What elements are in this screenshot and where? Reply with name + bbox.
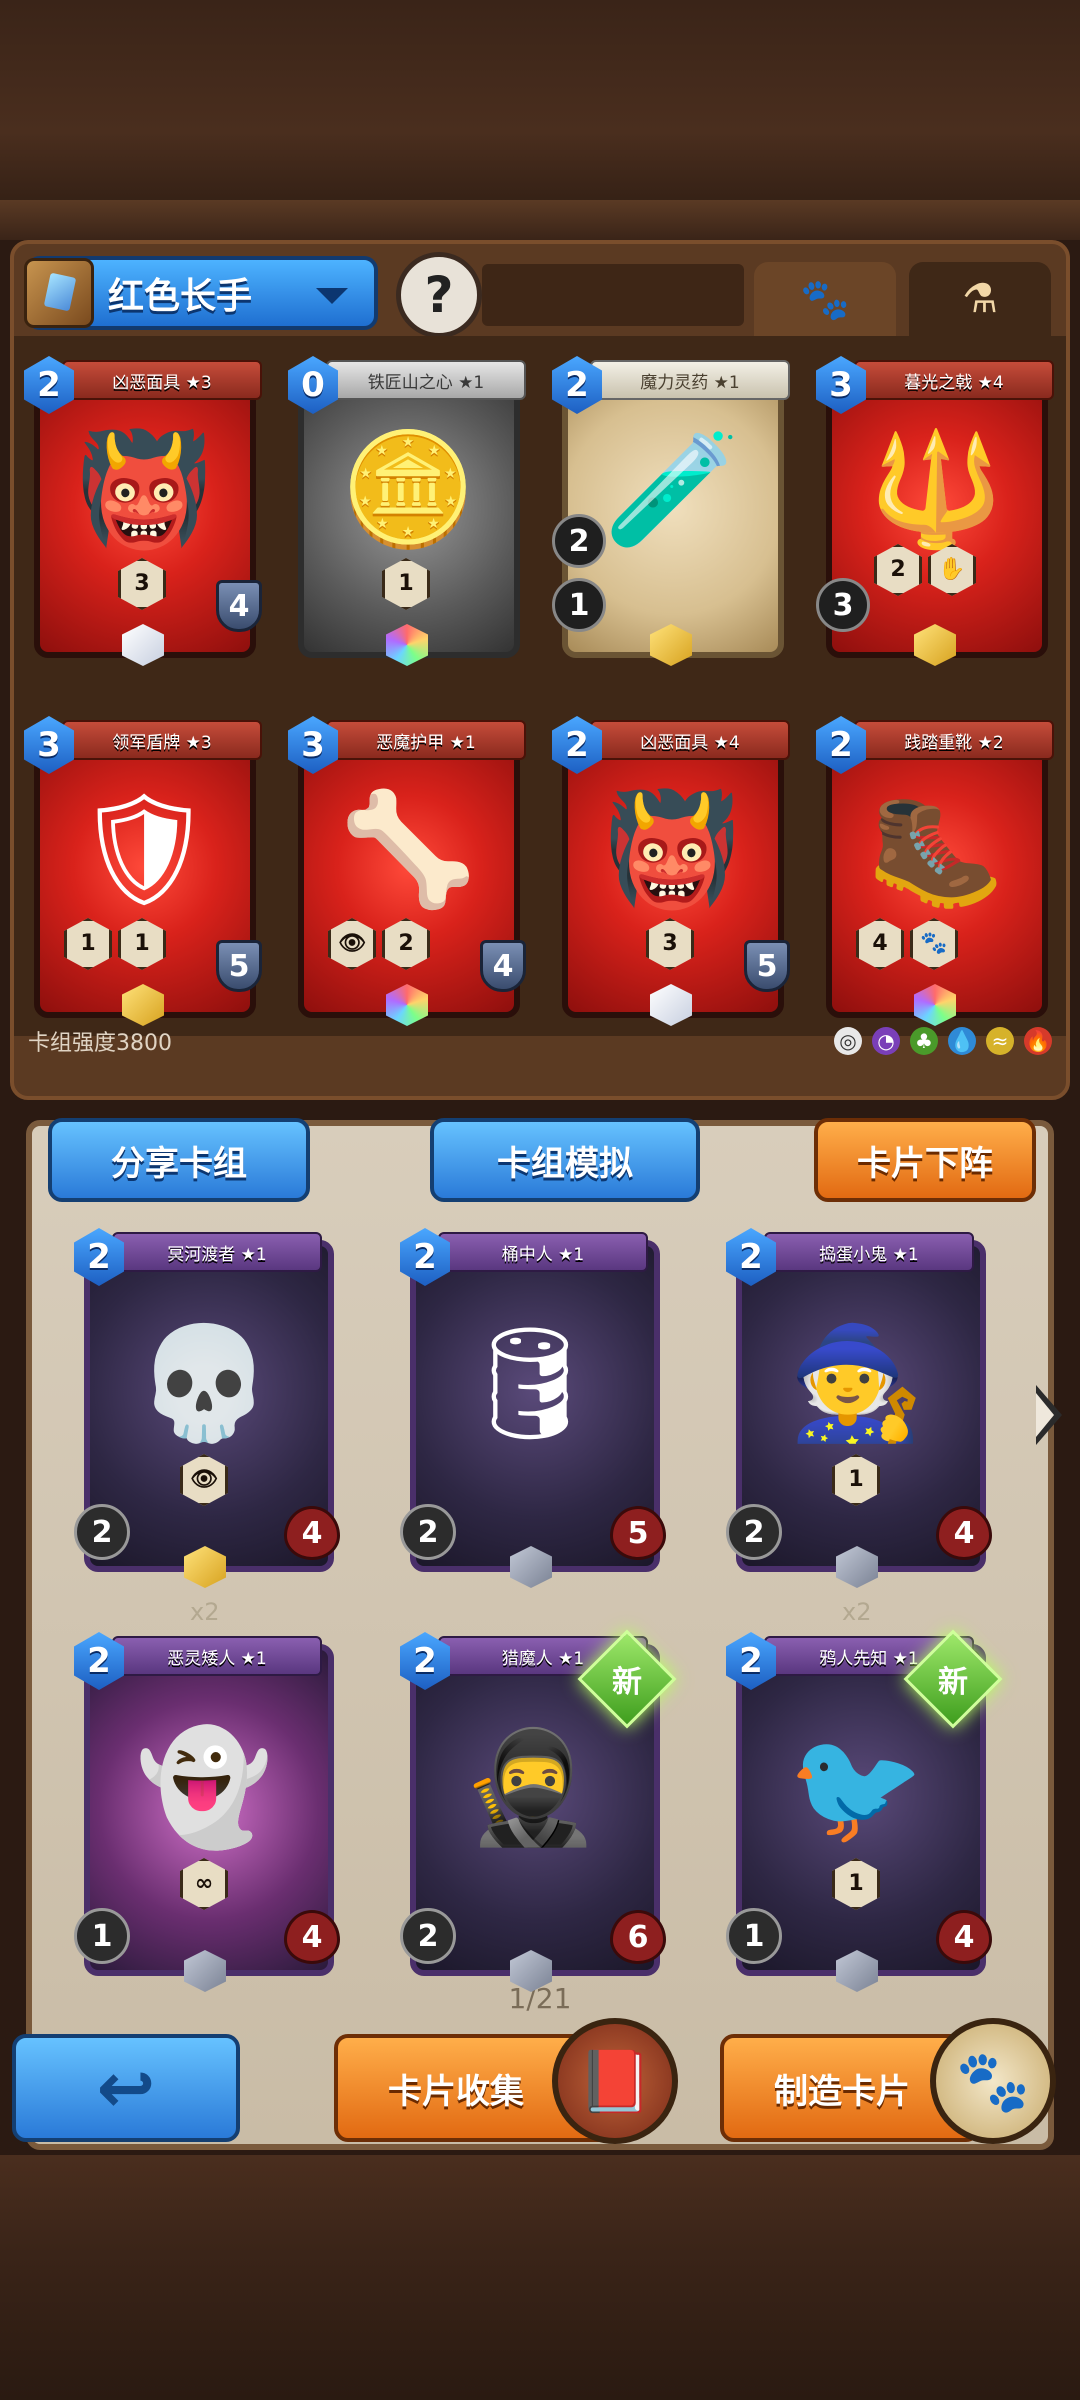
side-stat-badge: 2	[552, 514, 606, 568]
deck-card[interactable]: 暮光之戟 ★4 3 🔱 3 2 ✋	[816, 356, 1056, 666]
bottom-wood-banner	[0, 2155, 1080, 2400]
attack-stat: 1	[726, 1908, 782, 1964]
health-stat: 5	[610, 1506, 666, 1560]
attack-stat: 2	[400, 1504, 456, 1560]
deck-card[interactable]: 凶恶面具 ★3 2 👹 3 4	[24, 356, 264, 666]
collection-card[interactable]: 恶灵矮人 ★1 2 👻 ∞ 1 4	[74, 1632, 340, 1992]
card-count: x2	[190, 1598, 220, 1626]
card-art-icon: 🪙	[339, 425, 477, 553]
tab-items[interactable]: ⚗	[909, 262, 1051, 336]
health-stat: 4	[936, 1506, 992, 1560]
card-name: 恶魔护甲 ★1	[326, 720, 526, 760]
hero-avatar[interactable]: ?	[396, 252, 482, 338]
card-art-icon: 👹	[75, 425, 213, 553]
card-name: 凶恶面具 ★3	[62, 360, 262, 400]
card-name: 暮光之戟 ★4	[854, 360, 1054, 400]
card-name: 践踏重靴 ★2	[854, 720, 1054, 760]
card-collection-label: 卡片收集	[388, 2071, 524, 2112]
card-art-icon: 🧙	[787, 1319, 925, 1447]
collection-card[interactable]: 冥河渡者 ★1 2 💀 👁 2 4	[74, 1228, 340, 1588]
deck-card[interactable]: 领军盾牌 ★3 3 🛡 1 1 5	[24, 716, 264, 1026]
card-art-icon: 🐦	[787, 1723, 925, 1851]
hero-name-bar	[482, 264, 744, 326]
paw-icon: 🐾	[800, 276, 850, 323]
card-name: 桶中人 ★1	[438, 1232, 648, 1272]
card-name: 捣蛋小鬼 ★1	[764, 1232, 974, 1272]
deck-book-icon	[24, 258, 94, 328]
simulate-deck-button[interactable]: 卡组模拟	[430, 1118, 700, 1202]
card-art-icon: 🧪	[603, 425, 741, 553]
card-art-icon: 🛡	[74, 785, 214, 913]
deck-header: 红色长手 ? 🐾 ⚗	[14, 244, 1066, 338]
remove-card-button[interactable]: 卡片下阵	[814, 1118, 1036, 1202]
card-art-icon: 🥷	[461, 1723, 599, 1851]
deck-card[interactable]: 铁匠山之心 ★1 0 🪙 1	[288, 356, 528, 666]
card-book-icon[interactable]: 📕	[552, 2018, 678, 2144]
potion-icon: ⚗	[962, 276, 998, 322]
shield-icon: 4	[480, 940, 526, 992]
deck-card[interactable]: 践踏重靴 ★2 2 🥾 4 🐾	[816, 716, 1056, 1026]
attack-stat: 1	[74, 1908, 130, 1964]
deck-strength: 卡组强度3800	[28, 1031, 172, 1056]
health-stat: 4	[284, 1910, 340, 1964]
shield-icon: 5	[744, 940, 790, 992]
attack-stat: 2	[726, 1504, 782, 1560]
health-stat: 4	[284, 1506, 340, 1560]
card-art-icon: 👹	[603, 785, 741, 913]
back-arrow-icon: ↩	[96, 2047, 156, 2129]
filter-water-icon[interactable]: 💧	[948, 1027, 976, 1055]
attack-stat: 2	[400, 1908, 456, 1964]
deck-card[interactable]: 凶恶面具 ★4 2 👹 3 5	[552, 716, 792, 1026]
deck-name: 红色长手	[108, 276, 253, 317]
craft-card-label: 制造卡片	[774, 2071, 910, 2112]
card-art-icon: 💀	[135, 1319, 273, 1447]
deck-select-dropdown[interactable]: 红色长手	[24, 256, 378, 330]
card-name: 铁匠山之心 ★1	[326, 360, 526, 400]
deck-card[interactable]: 恶魔护甲 ★1 3 🦴 👁 2 4	[288, 716, 528, 1026]
side-stat-badge: 3	[816, 578, 870, 632]
collection-card[interactable]: 捣蛋小鬼 ★1 2 🧙 1 2 4	[726, 1228, 992, 1588]
back-button[interactable]: ↩	[12, 2034, 240, 2142]
paw-jar-icon[interactable]: 🐾	[930, 2018, 1056, 2144]
deck-footer: 卡组强度3800 ◎ ◔ ♣ 💧 ≈ 🔥	[14, 1016, 1066, 1066]
filter-shadow-icon[interactable]: ◔	[872, 1027, 900, 1055]
top-wood-banner	[0, 0, 1080, 240]
card-art-icon: 🛢	[460, 1319, 600, 1447]
deck-cards-area: 凶恶面具 ★3 2 👹 3 4 铁匠山之心 ★1 0 🪙 1 魔力灵药 ★1 2…	[14, 336, 1066, 1056]
deck-card[interactable]: 魔力灵药 ★1 2 🧪 2 1	[552, 356, 792, 666]
shield-icon: 4	[216, 580, 262, 632]
collection-card[interactable]: 桶中人 ★1 2 🛢 2 5	[400, 1228, 666, 1588]
collection-card[interactable]: 猎魔人 ★1 2 新 🥷 2 6	[400, 1629, 677, 1992]
health-stat: 6	[610, 1910, 666, 1964]
filter-wind-icon[interactable]: ≈	[986, 1027, 1014, 1055]
card-name: 凶恶面具 ★4	[590, 720, 790, 760]
card-name: 恶灵矮人 ★1	[112, 1636, 322, 1676]
tab-creatures[interactable]: 🐾	[754, 262, 896, 336]
shield-icon: 5	[216, 940, 262, 992]
card-name: 冥河渡者 ★1	[112, 1232, 322, 1272]
collection-card[interactable]: 鸦人先知 ★1 2 新 🐦 1 1 4	[726, 1629, 1003, 1992]
side-stat-badge: 1	[552, 578, 606, 632]
card-art-icon: 👻	[135, 1723, 273, 1851]
filter-neutral-icon[interactable]: ◎	[834, 1027, 862, 1055]
filter-fire-icon[interactable]: 🔥	[1024, 1027, 1052, 1055]
card-count: x2	[842, 1598, 872, 1626]
card-name: 魔力灵药 ★1	[590, 360, 790, 400]
card-art-icon: 🥾	[867, 785, 1005, 913]
deck-panel: 红色长手 ? 🐾 ⚗ 凶恶面具 ★3 2 👹 3 4 铁匠山之心 ★1 0 🪙 …	[10, 240, 1070, 1100]
chevron-down-icon	[316, 288, 348, 304]
card-name: 领军盾牌 ★3	[62, 720, 262, 760]
share-deck-button[interactable]: 分享卡组	[48, 1118, 310, 1202]
card-art-icon: 🦴	[339, 785, 477, 913]
health-stat: 4	[936, 1910, 992, 1964]
attack-stat: 2	[74, 1504, 130, 1560]
card-art-icon: 🔱	[867, 425, 1005, 553]
filter-nature-icon[interactable]: ♣	[910, 1027, 938, 1055]
next-page-arrow-icon[interactable]	[1036, 1385, 1066, 1445]
filter-icons: ◎ ◔ ♣ 💧 ≈ 🔥	[834, 1027, 1052, 1055]
